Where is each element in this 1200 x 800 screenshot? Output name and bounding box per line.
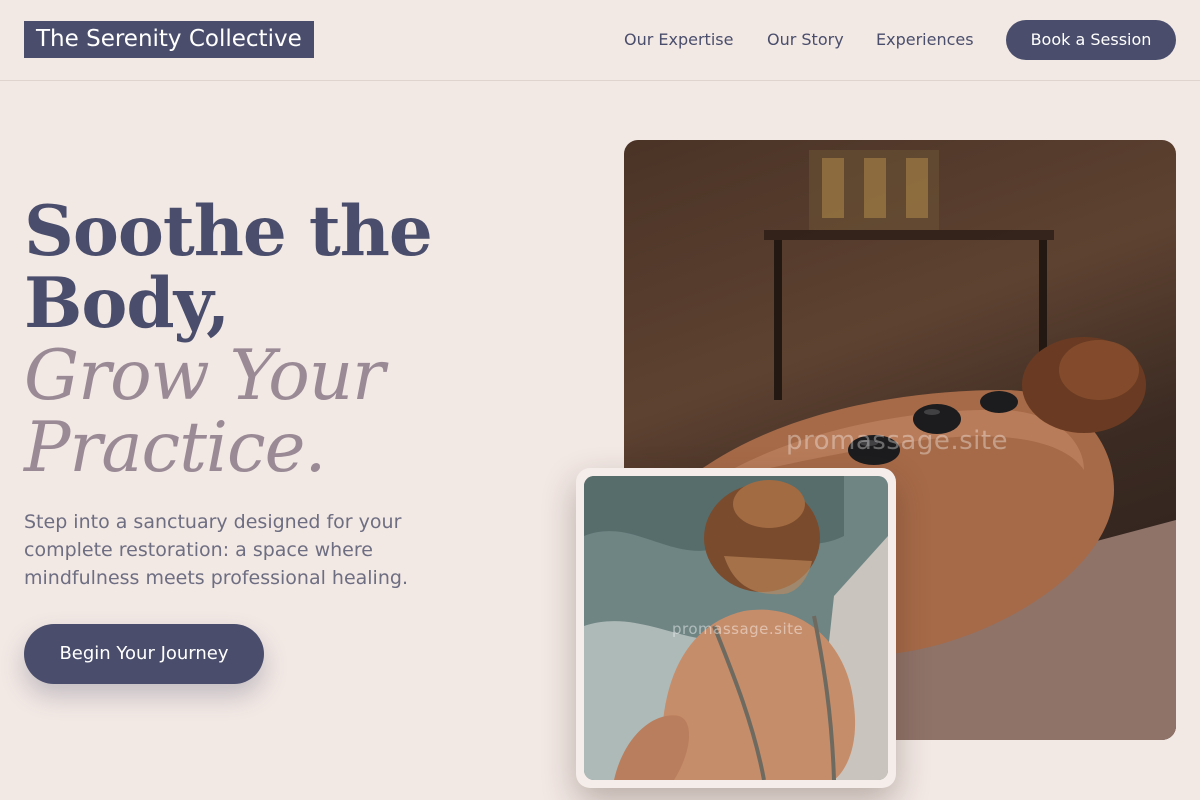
book-session-button[interactable]: Book a Session	[1006, 20, 1176, 60]
hero-title-line-4: Practice.	[24, 408, 326, 488]
hero-subtitle: Step into a sanctuary designed for your …	[24, 511, 408, 589]
inset-photo-frame: promassage.site	[576, 468, 896, 788]
begin-journey-button[interactable]: Begin Your Journey	[24, 624, 264, 684]
inset-photo-watermark: promassage.site	[672, 620, 804, 638]
hero-title-line-1: Soothe the	[24, 191, 433, 272]
main-photo-watermark: promassage.site	[786, 426, 1009, 456]
nav-link-our-expertise[interactable]: Our Expertise	[624, 30, 733, 50]
hero-title-line-3: Grow Your	[24, 336, 385, 416]
site-header: The Serenity Collective Our Expertise Ou…	[0, 0, 1200, 81]
hero-title: Soothe the Body, Grow Your Practice.	[24, 191, 584, 488]
hero-title-line-2: Body,	[24, 263, 230, 344]
hydrotherapy-pool-photo: promassage.site	[584, 476, 888, 780]
nav-link-experiences[interactable]: Experiences	[876, 30, 974, 50]
nav-link-our-story[interactable]: Our Story	[767, 30, 844, 50]
brand-logo[interactable]: The Serenity Collective	[24, 21, 314, 58]
